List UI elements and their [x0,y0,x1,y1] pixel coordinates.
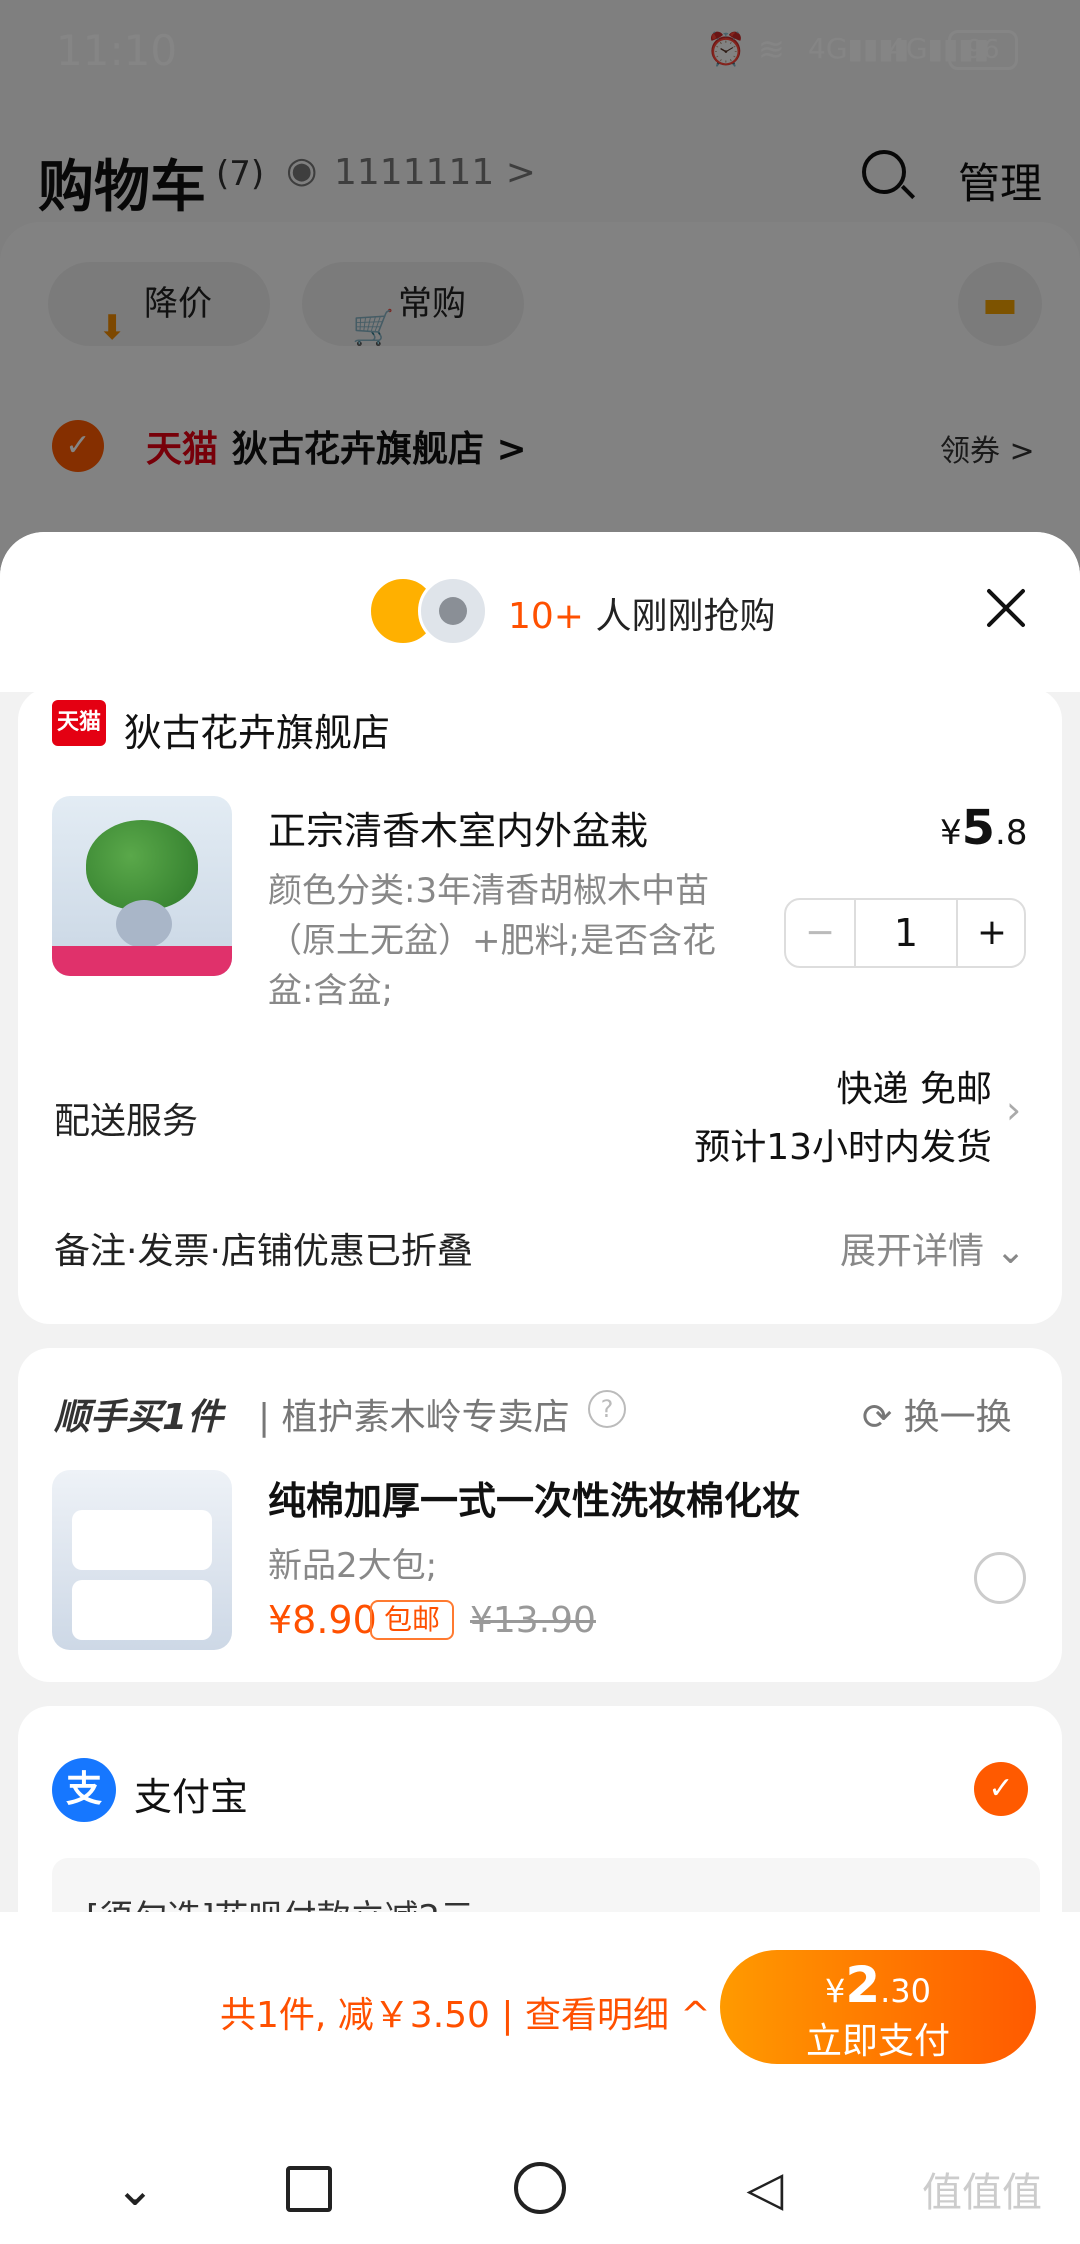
alipay-icon: 支 [52,1758,116,1822]
price-symbol: ¥ [940,813,962,853]
pay-dec: .30 [880,1972,932,2010]
addon-item-spec: 新品2大包; [268,1546,438,1586]
delivery-method[interactable]: 快递 免邮 [700,1060,992,1112]
pay-symbol: ¥ [824,1972,846,2010]
product-title[interactable]: 正宗清香木室内外盆栽 [268,800,648,855]
addon-image[interactable] [52,1470,232,1650]
quantity-stepper: − 1 + [784,898,1026,968]
watermark: 值值值 [922,2170,1042,2216]
quantity-value[interactable]: 1 [856,900,956,966]
addon-title: 顺手买1件 [54,1397,224,1438]
payment-method-name[interactable]: 支付宝 [134,1766,248,1821]
increase-button[interactable]: + [956,900,1026,966]
expand-details-button[interactable]: 展开详情 ⌄ [840,1222,1026,1274]
addon-select-radio[interactable] [974,1552,1026,1604]
swap-button[interactable]: ⟳ 换一换 [862,1388,1012,1440]
free-shipping-badge: 包邮 [370,1600,455,1640]
help-icon[interactable]: ? [588,1390,626,1428]
system-nav-bar: ⌄ ◁ [0,2132,1080,2244]
tmall-logo: 天猫 [52,700,106,746]
shop-name[interactable]: 狄古花卉旗舰店 [124,702,390,757]
avatar [418,576,488,646]
nav-back-icon[interactable]: ◁ [730,2154,800,2224]
addon-original-price: ¥13.90 [470,1600,596,1641]
price-dec: .8 [995,813,1028,853]
product-price: ¥5.8 [940,800,1028,856]
pay-now-label: 立即支付 [805,2021,950,2062]
product-image[interactable] [52,796,232,976]
addon-item-price: ¥8.90 [268,1598,377,1642]
addon-item-title[interactable]: 纯棉加厚一式一次性洗妆棉化妆 [268,1470,800,1525]
close-icon[interactable] [984,586,1028,630]
chevron-right-icon[interactable]: › [1006,1088,1021,1132]
pay-amount: ¥2.30 [720,1956,1036,2014]
product-spec[interactable]: 颜色分类:3年清香胡椒木中苗（原土无盆）+肥料;是否含花盆:含盆; [268,866,758,1016]
rush-count: 10+ [508,596,584,637]
addon-shop: | 植护素木岭专卖店 [258,1397,570,1438]
pay-int: 2 [845,1956,881,2014]
buyer-avatars [368,576,498,646]
price-int: 5 [961,800,996,856]
rush-buy-text: 10+ 人刚刚抢购 [508,587,775,639]
pay-now-button[interactable]: ¥2.30 立即支付 [720,1950,1036,2064]
collapsed-note: 备注·发票·店铺优惠已折叠 [54,1231,473,1272]
rush-label: 人刚刚抢购 [595,596,776,637]
payment-selected-check[interactable]: ✓ [974,1762,1028,1816]
delivery-label: 配送服务 [54,1101,199,1142]
decrease-button[interactable]: − [786,900,856,966]
nav-home-icon[interactable] [514,2162,566,2214]
nav-recent-icon[interactable] [286,2166,332,2212]
order-summary-link[interactable]: 共1件, 减￥3.50 | 查看明细 ^ [220,1986,711,2038]
nav-down-icon[interactable]: ⌄ [100,2154,170,2224]
delivery-eta[interactable]: 预计13小时内发货 [600,1118,992,1170]
